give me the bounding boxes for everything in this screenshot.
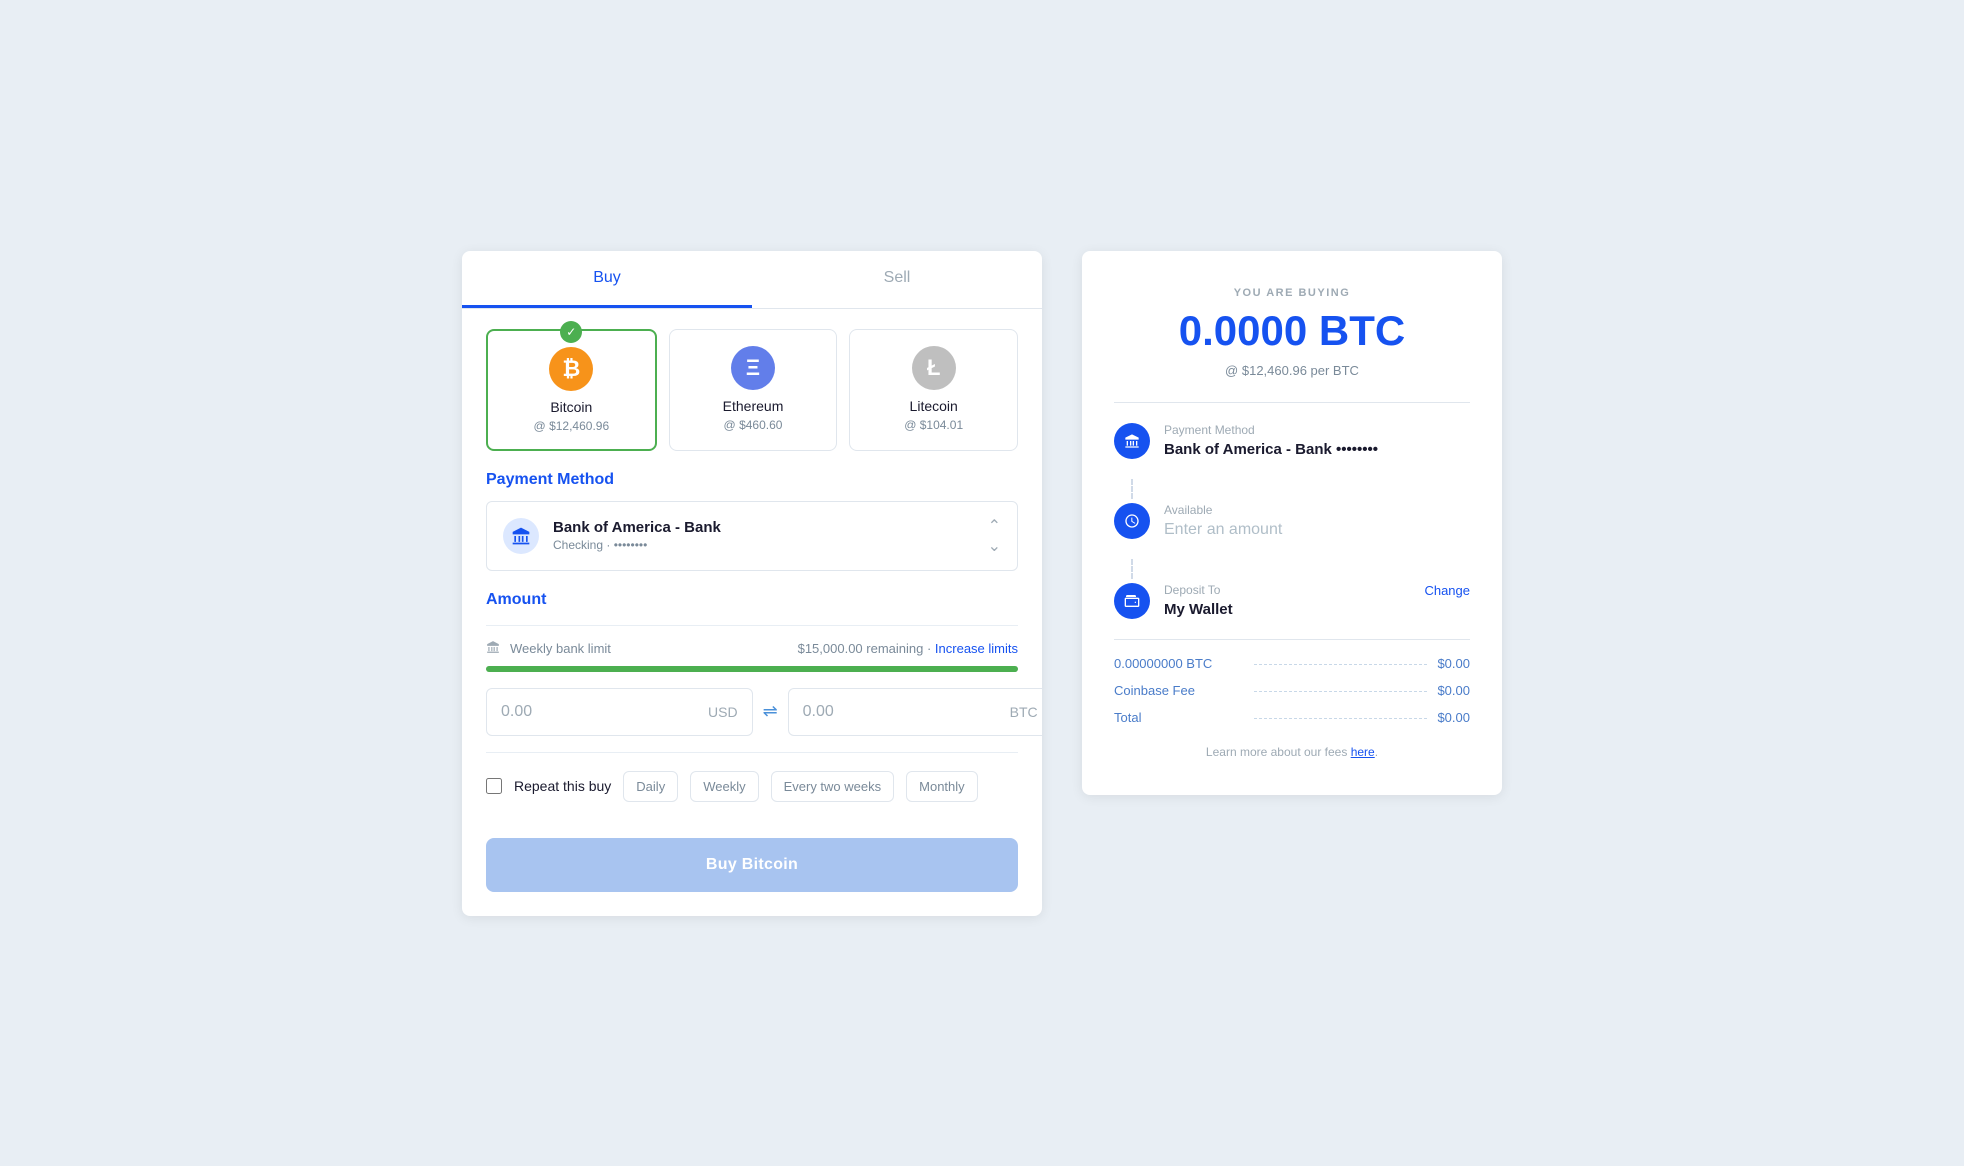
repeat-checkbox[interactable]	[486, 778, 502, 794]
fee-row-coinbase: Coinbase Fee $0.00	[1114, 683, 1470, 698]
fee-total-name: Total	[1114, 710, 1244, 725]
freq-btn-biweekly[interactable]: Every two weeks	[771, 771, 895, 802]
fee-coinbase-name: Coinbase Fee	[1114, 683, 1244, 698]
buying-label: YOU ARE BUYING	[1114, 287, 1470, 299]
limit-remaining: $15,000.00 remaining · Increase limits	[798, 641, 1018, 656]
usd-currency: USD	[708, 704, 738, 720]
receipt-deposit-value: My Wallet	[1164, 601, 1233, 618]
fee-btc-amount: $0.00	[1437, 656, 1470, 671]
fee-total-amount: $0.00	[1437, 710, 1470, 725]
eth-price: @ $460.60	[686, 418, 821, 432]
crypto-card-eth[interactable]: Ξ Ethereum @ $460.60	[669, 329, 838, 451]
freq-btn-monthly[interactable]: Monthly	[906, 771, 978, 802]
crypto-section: ✓ ₿ Bitcoin @ $12,460.96 Ξ Ethereum @ $4…	[462, 309, 1042, 471]
limit-row: Weekly bank limit $15,000.00 remaining ·…	[486, 640, 1018, 658]
receipt-available-value: Enter an amount	[1164, 521, 1282, 539]
fee-table: 0.00000000 BTC $0.00 Coinbase Fee $0.00 …	[1114, 639, 1470, 725]
receipt-deposit-row: Deposit To My Wallet Change	[1114, 583, 1470, 619]
crypto-card-ltc[interactable]: Ł Litecoin @ $104.01	[849, 329, 1018, 451]
receipt-available-info: Available Enter an amount	[1164, 503, 1282, 539]
fees-here-link[interactable]: here	[1351, 745, 1375, 759]
eth-icon: Ξ	[731, 346, 775, 390]
buy-btn-section: Buy Bitcoin	[462, 822, 1042, 916]
fees-note: Learn more about our fees here.	[1114, 745, 1470, 759]
repeat-label: Repeat this buy	[514, 778, 611, 794]
receipt-payment-value: Bank of America - Bank ••••••••	[1164, 441, 1378, 458]
receipt-wallet-icon	[1114, 583, 1150, 619]
payment-method-label: Payment Method	[462, 471, 1042, 501]
receipt-available-row: Available Enter an amount	[1114, 503, 1470, 539]
increase-limits-link[interactable]: Increase limits	[935, 641, 1018, 656]
repeat-row: Repeat this buy Daily Weekly Every two w…	[486, 767, 1018, 802]
fee-dots-2	[1254, 691, 1427, 692]
fee-coinbase-amount: $0.00	[1437, 683, 1470, 698]
receipt-available-label: Available	[1164, 503, 1282, 517]
progress-bar	[486, 666, 1018, 672]
receipt-payment-label: Payment Method	[1164, 423, 1378, 437]
receipt-bank-icon	[1114, 423, 1150, 459]
tab-buy[interactable]: Buy	[462, 251, 752, 308]
amount-section: Amount Weekly bank limit $15,000.00 rema…	[462, 591, 1042, 822]
progress-fill	[486, 666, 1018, 672]
swap-icon[interactable]: ⇌	[763, 701, 778, 722]
dashed-connector-2	[1131, 559, 1133, 579]
fee-row-btc: 0.00000000 BTC $0.00	[1114, 656, 1470, 671]
fee-btc-name: 0.00000000 BTC	[1114, 656, 1244, 671]
btc-currency: BTC	[1010, 704, 1038, 720]
left-panel: Buy Sell ✓ ₿ Bitcoin @ $12,460.96 Ξ Ethe…	[462, 251, 1042, 916]
freq-btn-daily[interactable]: Daily	[623, 771, 678, 802]
receipt-divider-top	[1114, 402, 1470, 403]
change-wallet-link[interactable]: Change	[1424, 583, 1470, 598]
bank-info: Bank of America - Bank Checking · ••••••…	[553, 519, 721, 552]
receipt-payment-row: Payment Method Bank of America - Bank ••…	[1114, 423, 1470, 459]
bank-name: Bank of America - Bank	[553, 519, 721, 536]
page-container: Buy Sell ✓ ₿ Bitcoin @ $12,460.96 Ξ Ethe…	[282, 251, 1682, 916]
payment-select[interactable]: Bank of America - Bank Checking · ••••••…	[486, 501, 1018, 571]
ltc-icon: Ł	[912, 346, 956, 390]
freq-btn-weekly[interactable]: Weekly	[690, 771, 758, 802]
dashed-connector-1	[1131, 479, 1133, 499]
repeat-divider	[486, 752, 1018, 753]
btc-input[interactable]	[803, 703, 1010, 721]
crypto-grid: ✓ ₿ Bitcoin @ $12,460.96 Ξ Ethereum @ $4…	[486, 329, 1018, 451]
right-panel: YOU ARE BUYING 0.0000 BTC @ $12,460.96 p…	[1082, 251, 1502, 795]
usd-input[interactable]	[501, 703, 708, 721]
eth-name: Ethereum	[686, 398, 821, 414]
chevron-icon: ⌃⌄	[988, 516, 1001, 556]
receipt-deposit-info: Deposit To My Wallet	[1164, 583, 1233, 618]
btc-input-box[interactable]: BTC	[788, 688, 1042, 736]
amount-inputs: USD ⇌ BTC	[486, 688, 1018, 736]
selected-check-icon: ✓	[560, 321, 582, 343]
receipt-clock-icon	[1114, 503, 1150, 539]
limit-label: Weekly bank limit	[510, 641, 611, 656]
crypto-card-btc[interactable]: ✓ ₿ Bitcoin @ $12,460.96	[486, 329, 657, 451]
amount-divider	[486, 625, 1018, 626]
limit-bank-icon	[486, 640, 500, 658]
amount-header: Amount	[486, 591, 1018, 609]
btc-rate-display: @ $12,460.96 per BTC	[1114, 363, 1470, 378]
fee-dots-3	[1254, 718, 1427, 719]
btc-icon: ₿	[549, 347, 593, 391]
bank-sub: Checking · ••••••••	[553, 538, 721, 552]
fee-row-total: Total $0.00	[1114, 710, 1470, 725]
ltc-price: @ $104.01	[866, 418, 1001, 432]
usd-input-box[interactable]: USD	[486, 688, 753, 736]
btc-name: Bitcoin	[504, 399, 639, 415]
btc-price: @ $12,460.96	[504, 419, 639, 433]
fee-dots-1	[1254, 664, 1427, 665]
receipt-payment-info: Payment Method Bank of America - Bank ••…	[1164, 423, 1378, 458]
payment-method-section: Bank of America - Bank Checking · ••••••…	[462, 501, 1042, 591]
tab-sell[interactable]: Sell	[752, 251, 1042, 308]
btc-amount-display: 0.0000 BTC	[1114, 307, 1470, 355]
receipt-deposit-label: Deposit To	[1164, 583, 1233, 597]
buy-bitcoin-button[interactable]: Buy Bitcoin	[486, 838, 1018, 892]
ltc-name: Litecoin	[866, 398, 1001, 414]
bank-icon	[503, 518, 539, 554]
tabs: Buy Sell	[462, 251, 1042, 309]
